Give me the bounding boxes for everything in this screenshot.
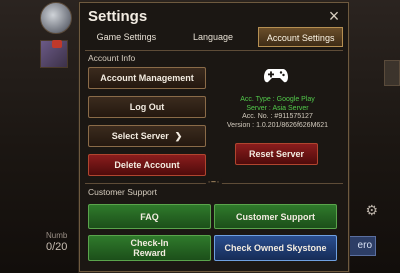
faq-button[interactable]: FAQ — [88, 204, 211, 229]
delete-account-button[interactable]: Delete Account — [88, 154, 206, 176]
background-count: 0/20 — [46, 241, 68, 253]
notification-badge — [52, 40, 62, 48]
tab-account-settings[interactable]: Account Settings — [258, 27, 344, 47]
check-owned-skystone-button[interactable]: Check Owned Skystone — [214, 235, 337, 261]
account-management-button[interactable]: Account Management — [88, 67, 206, 89]
background-hero-button: ero — [347, 236, 376, 256]
reset-server-button[interactable]: Reset Server — [235, 143, 318, 165]
account-number-text: Acc. No. : #911575127 — [242, 113, 313, 120]
select-server-label: Select Server — [111, 131, 169, 141]
log-out-button[interactable]: Log Out — [88, 96, 206, 118]
version-text: Version : 1.0.201/8626f626M621 — [226, 121, 329, 129]
account-type-text: Acc. Type : Google Play — [240, 96, 315, 103]
account-info-label: Account Info — [88, 53, 136, 63]
tabs-divider — [85, 50, 343, 51]
background-number-label: Numb — [46, 231, 68, 240]
tab-game-settings[interactable]: Game Settings — [85, 27, 168, 47]
customer-support-label: Customer Support — [88, 187, 157, 197]
divider-ornament: ◦━◦ — [205, 178, 223, 186]
player-avatar — [40, 2, 72, 34]
gamepad-icon — [264, 69, 288, 83]
select-server-button[interactable]: Select Server ❯ — [88, 125, 206, 147]
settings-panel: Settings × Game Settings Language Accoun… — [79, 2, 349, 272]
page-title: Settings — [88, 8, 148, 25]
check-in-reward-button[interactable]: Check-In Reward — [88, 235, 211, 261]
section-divider: ◦━◦ — [85, 178, 343, 186]
settings-tabs: Game Settings Language Account Settings — [85, 27, 344, 47]
chevron-down-icon: ❯ — [174, 131, 183, 141]
gear-icon: ⚙ — [365, 202, 378, 218]
background-side-tab — [384, 60, 400, 86]
tab-language[interactable]: Language — [172, 27, 255, 47]
customer-support-button[interactable]: Customer Support — [214, 204, 337, 229]
account-details: Acc. Type : Google Play Server : Asia Se… — [220, 96, 335, 130]
close-icon[interactable]: × — [325, 7, 343, 25]
server-text: Server : Asia Server — [246, 104, 309, 112]
